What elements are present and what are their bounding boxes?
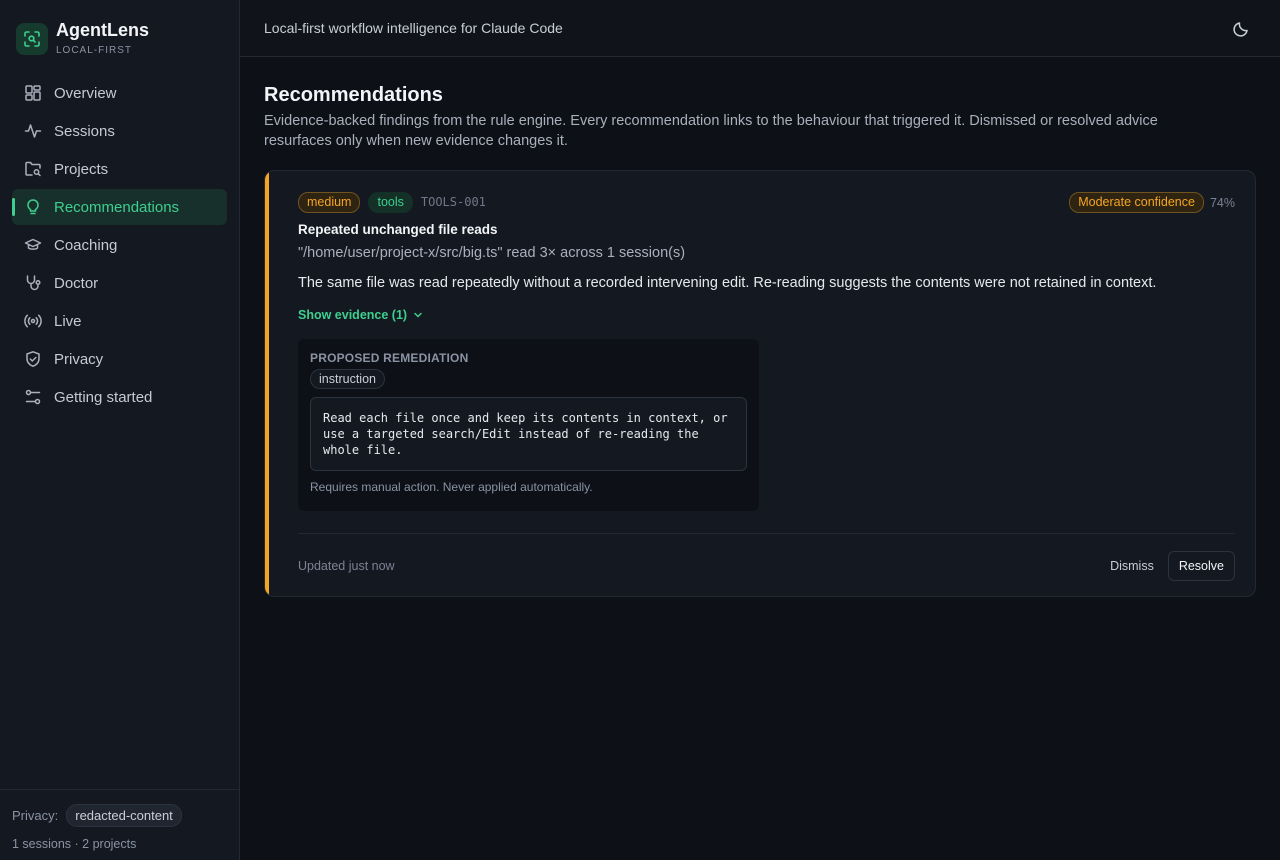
theme-toggle-moon-icon[interactable] [1232, 20, 1250, 38]
app-subtitle: LOCAL-FIRST [56, 45, 133, 56]
sidebar-item-label: Live [54, 312, 82, 330]
sidebar-item-label: Coaching [54, 236, 118, 254]
activity-icon [24, 122, 42, 140]
recommendation-summary: "/home/user/project-x/src/big.ts" read 3… [298, 245, 686, 261]
main-content: Recommendations Evidence-backed findings… [264, 84, 1256, 597]
show-evidence-toggle[interactable]: Show evidence (1) [298, 308, 1235, 322]
sidebar-item-label: Projects [54, 160, 109, 178]
privacy-label: Privacy: [12, 808, 59, 823]
sidebar-item-sessions[interactable]: Sessions [12, 113, 227, 149]
card-footer: Updated just now Dismiss Resolve [298, 533, 1235, 596]
shield-check-icon [24, 350, 42, 368]
confidence: Moderate confidence 74% [1069, 192, 1235, 213]
rule-id: TOOLS-001 [420, 195, 486, 209]
remediation-note: Requires manual action. Never applied au… [310, 480, 593, 494]
app-logo-icon [16, 23, 48, 55]
sidebar-item-live[interactable]: Live [12, 303, 227, 339]
overview-icon [24, 84, 42, 102]
app-name: AgentLens [56, 20, 150, 40]
sidebar-footer: Privacy: redacted-content 1 sessions · 2… [0, 789, 239, 860]
severity-accent-bar [265, 171, 269, 596]
severity-badge: medium [298, 191, 361, 213]
sidebar-nav: Overview Sessions Projects Recommendatio… [12, 75, 227, 417]
sidebar-item-label: Recommendations [54, 198, 180, 216]
graduation-cap-icon [24, 236, 42, 254]
sliders-icon [24, 388, 42, 406]
sidebar-item-coaching[interactable]: Coaching [12, 227, 227, 263]
stethoscope-icon [24, 274, 42, 292]
sidebar-item-label: Getting started [54, 388, 153, 406]
sidebar-item-label: Overview [54, 84, 117, 102]
recommendation-body: The same file was read repeatedly withou… [298, 275, 1157, 291]
folder-search-icon [24, 160, 42, 178]
recommendation-card: medium tools TOOLS-001 Moderate confiden… [264, 170, 1256, 597]
sidebar: AgentLens LOCAL-FIRST Overview Sessions … [0, 0, 240, 860]
remediation-panel: PROPOSED REMEDIATION instruction Read ea… [298, 339, 759, 511]
page-title: Recommendations [264, 84, 443, 106]
remediation-type-badge: instruction [310, 369, 385, 389]
show-evidence-label: Show evidence (1) [298, 308, 408, 322]
privacy-mode-badge: redacted-content [66, 804, 182, 827]
sidebar-item-getting-started[interactable]: Getting started [12, 379, 227, 415]
resolve-button[interactable]: Resolve [1167, 550, 1235, 581]
remediation-instruction[interactable]: Read each file once and keep its content… [310, 397, 747, 471]
app-tagline: Local-first workflow intelligence for Cl… [264, 20, 563, 36]
remediation-heading: PROPOSED REMEDIATION [310, 351, 469, 365]
lightbulb-icon [24, 198, 42, 216]
sidebar-item-label: Sessions [54, 122, 115, 140]
chevron-down-icon [414, 312, 422, 318]
updated-timestamp: Updated just now [298, 558, 395, 573]
sidebar-item-doctor[interactable]: Doctor [12, 265, 227, 301]
confidence-percent: 74% [1209, 195, 1235, 210]
category-badge: tools [368, 191, 413, 213]
brand[interactable]: AgentLens LOCAL-FIRST [16, 20, 150, 56]
sidebar-item-label: Privacy [54, 350, 104, 368]
sidebar-item-label: Doctor [54, 274, 99, 292]
sidebar-item-projects[interactable]: Projects [12, 151, 227, 187]
workspace-stats: 1 sessions · 2 projects [12, 837, 137, 851]
sidebar-item-overview[interactable]: Overview [12, 75, 227, 111]
recommendation-tags: medium tools TOOLS-001 Moderate confiden… [298, 191, 1235, 213]
sidebar-item-privacy[interactable]: Privacy [12, 341, 227, 377]
page-description: Evidence-backed findings from the rule e… [264, 113, 1158, 149]
top-bar: Local-first workflow intelligence for Cl… [240, 0, 1280, 57]
confidence-badge: Moderate confidence [1069, 192, 1204, 213]
broadcast-icon [24, 312, 42, 330]
dismiss-button[interactable]: Dismiss [1100, 553, 1164, 579]
recommendation-title: Repeated unchanged file reads [298, 222, 498, 237]
sidebar-item-recommendations[interactable]: Recommendations [12, 189, 227, 225]
